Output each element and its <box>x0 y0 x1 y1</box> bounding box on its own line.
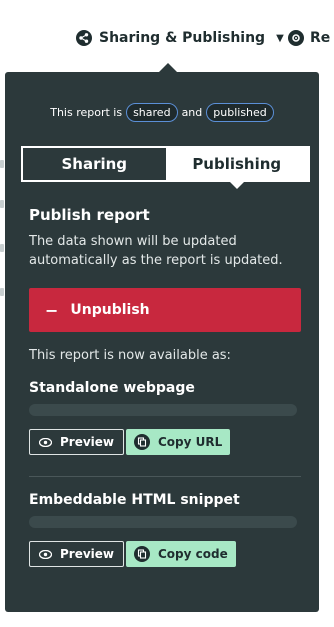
preview-label: Preview <box>60 435 115 449</box>
section-divider <box>29 476 301 477</box>
published-badge: published <box>206 103 274 122</box>
eye-icon <box>39 437 52 447</box>
status-and: and <box>181 106 203 119</box>
preview-label: Preview <box>60 547 115 561</box>
sharing-publishing-panel: This report is shared and published Shar… <box>5 72 319 612</box>
embed-preview-button[interactable]: Preview <box>29 541 125 567</box>
background-text-fragment <box>0 244 4 252</box>
background-text-fragment <box>0 200 4 208</box>
background-text-fragment <box>0 160 4 168</box>
copy-icon <box>134 546 150 562</box>
publish-report-description: The data shown will be updated automatic… <box>29 234 283 268</box>
sharing-publishing-menu-button[interactable]: Sharing & Publishing ▼ <box>76 30 284 46</box>
embeddable-snippet-title: Embeddable HTML snippet <box>29 492 240 508</box>
copy-url-button[interactable]: Copy URL <box>126 429 231 455</box>
embed-code-redacted <box>29 516 297 528</box>
share-icon <box>76 30 92 46</box>
copy-code-label: Copy code <box>158 547 228 561</box>
copy-code-button[interactable]: Copy code <box>126 541 236 567</box>
tab-sharing[interactable]: Sharing <box>23 148 166 180</box>
unpublish-button[interactable]: − Unpublish <box>29 288 301 332</box>
copy-url-label: Copy URL <box>158 435 223 449</box>
settings-menu-button[interactable]: Re <box>288 30 330 46</box>
settings-menu-label: Re <box>310 30 331 46</box>
shared-badge: shared <box>126 103 178 122</box>
top-toolbar: Sharing & Publishing ▼ Re <box>0 0 334 70</box>
standalone-preview-button[interactable]: Preview <box>29 429 125 455</box>
standalone-webpage-title: Standalone webpage <box>29 380 195 396</box>
sharing-publishing-label: Sharing & Publishing <box>99 30 266 46</box>
report-status-line: This report is shared and published <box>5 103 319 122</box>
copy-icon <box>134 434 150 450</box>
sharing-publishing-tabs: Sharing Publishing <box>21 146 310 189</box>
eye-icon <box>39 549 52 559</box>
background-text-fragment <box>0 288 4 296</box>
dropdown-pointer <box>159 63 177 72</box>
unpublish-label: Unpublish <box>70 302 150 318</box>
status-prefix: This report is <box>50 106 123 119</box>
publish-report-title: Publish report <box>29 206 150 224</box>
caret-down-icon: ▼ <box>276 32 284 44</box>
available-as-text: This report is now available as: <box>29 348 231 363</box>
gear-icon <box>288 30 304 46</box>
standalone-url-redacted <box>29 404 297 416</box>
minus-icon: − <box>45 300 59 320</box>
tab-publishing[interactable]: Publishing <box>165 148 308 189</box>
